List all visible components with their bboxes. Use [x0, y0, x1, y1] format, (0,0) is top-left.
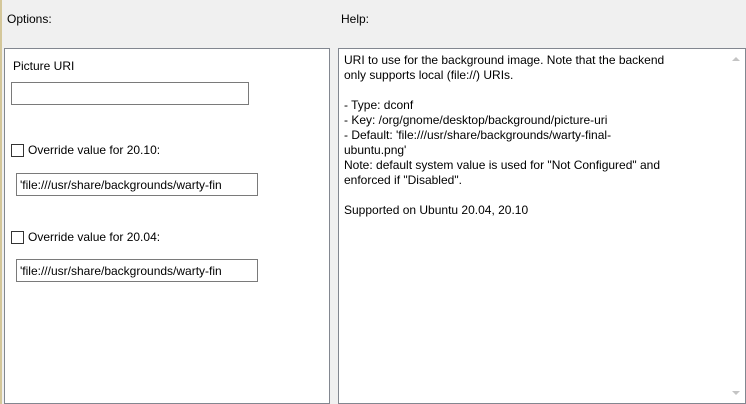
help-heading: Help:	[341, 12, 370, 26]
help-panel: URI to use for the background image. Not…	[338, 48, 746, 404]
help-line: only supports local (file://) URIs.	[344, 68, 514, 82]
help-blank-line	[344, 83, 714, 98]
help-line: - Type: dconf	[344, 98, 414, 112]
help-line: - Key: /org/gnome/desktop/background/pic…	[344, 113, 608, 127]
picture-uri-label: Picture URI	[13, 59, 75, 73]
override-2010-checkbox[interactable]	[11, 144, 24, 157]
help-text: URI to use for the background image. Not…	[344, 53, 714, 218]
picture-uri-input[interactable]	[11, 82, 249, 105]
override-2004-checkbox[interactable]	[11, 231, 24, 244]
scroll-down-arrow-icon[interactable]	[732, 391, 740, 395]
help-line: - Default: 'file:///usr/share/background…	[344, 128, 612, 142]
scroll-up-arrow-icon[interactable]	[732, 57, 740, 61]
help-line: ubuntu.png'	[344, 143, 407, 157]
override-2010-input[interactable]	[16, 173, 258, 196]
options-heading: Options:	[7, 12, 52, 26]
window-edge	[0, 0, 2, 404]
override-2004-input[interactable]	[16, 259, 258, 282]
help-line: URI to use for the background image. Not…	[344, 53, 665, 67]
help-line: Note: default system value is used for "…	[344, 158, 661, 172]
help-line: enforced if "Disabled".	[344, 173, 462, 187]
options-panel: Picture URI Override value for 20.10: Ov…	[4, 48, 330, 404]
help-blank-line	[344, 188, 714, 203]
override-2010-label: Override value for 20.10:	[28, 143, 161, 157]
help-line: Supported on Ubuntu 20.04, 20.10	[344, 203, 529, 217]
override-2004-label: Override value for 20.04:	[28, 230, 161, 244]
help-scrollbar[interactable]	[728, 49, 745, 403]
